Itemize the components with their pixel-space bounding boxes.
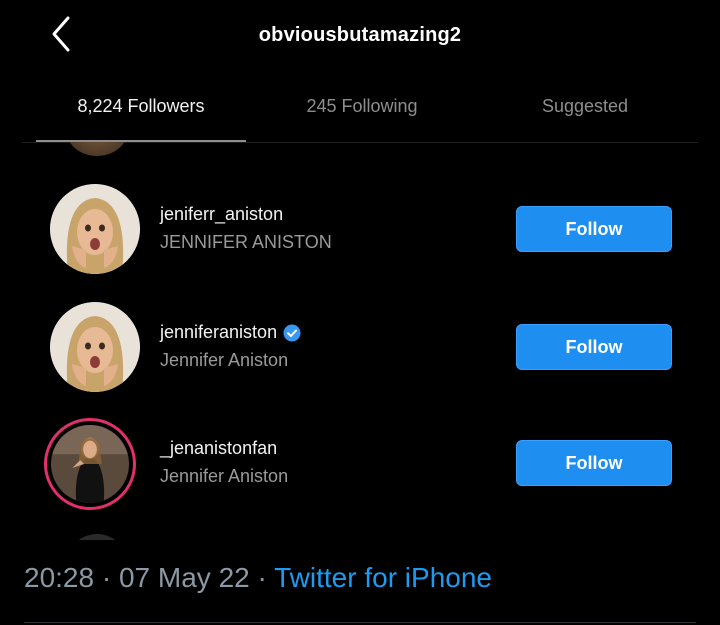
follow-button[interactable]: Follow	[516, 206, 672, 252]
tweet-meta: 20:28 · 07 May 22 · Twitter for iPhone	[24, 562, 492, 594]
separator: ·	[249, 562, 275, 593]
tab-followers[interactable]: 8,224 Followers	[36, 88, 246, 142]
avatar[interactable]	[50, 184, 140, 274]
username[interactable]: _jenanistonfan	[160, 438, 277, 459]
tab-suggested[interactable]: Suggested	[482, 88, 688, 140]
list-item[interactable]: jeniferr_aniston JENNIFER ANISTON Follow	[0, 184, 720, 294]
followers-list[interactable]: jeniferr_aniston JENNIFER ANISTON Follow…	[0, 142, 720, 540]
full-name: Jennifer Aniston	[160, 350, 289, 370]
list-item[interactable]: _jenanistonfan Jennifer Aniston Follow	[0, 418, 720, 528]
divider	[24, 622, 696, 623]
full-name: Jennifer Aniston	[160, 466, 289, 486]
profile-username-title: obviousbutamazing2	[258, 24, 462, 46]
username[interactable]: jeniferr_aniston	[160, 204, 283, 225]
partial-avatar	[66, 534, 128, 540]
username-text: jeniferr_aniston	[160, 204, 284, 224]
separator: ·	[94, 562, 119, 593]
source-link[interactable]: Twitter for iPhone	[274, 562, 492, 593]
partial-avatar	[66, 142, 128, 156]
username[interactable]: jenniferaniston	[160, 322, 301, 343]
tab-following[interactable]: 245 Following	[262, 88, 462, 140]
avatar[interactable]	[50, 302, 140, 392]
top-bar: obviousbutamazing2	[0, 0, 720, 72]
verified-badge-icon	[283, 324, 301, 342]
username-text: _jenanistonfan	[160, 438, 278, 458]
follow-button[interactable]: Follow	[516, 440, 672, 486]
avatar-with-story-ring[interactable]	[44, 418, 136, 510]
follow-tabs: 8,224 Followers 245 Following Suggested	[22, 88, 698, 143]
tweet-time: 20:28	[24, 562, 95, 593]
list-item[interactable]: jenniferaniston Jennifer Aniston Follow	[0, 302, 720, 412]
follow-button[interactable]: Follow	[516, 324, 672, 370]
full-name: JENNIFER ANISTON	[160, 232, 332, 252]
username-text: jenniferaniston	[160, 322, 278, 342]
tweet-date: 07 May 22	[118, 562, 250, 593]
